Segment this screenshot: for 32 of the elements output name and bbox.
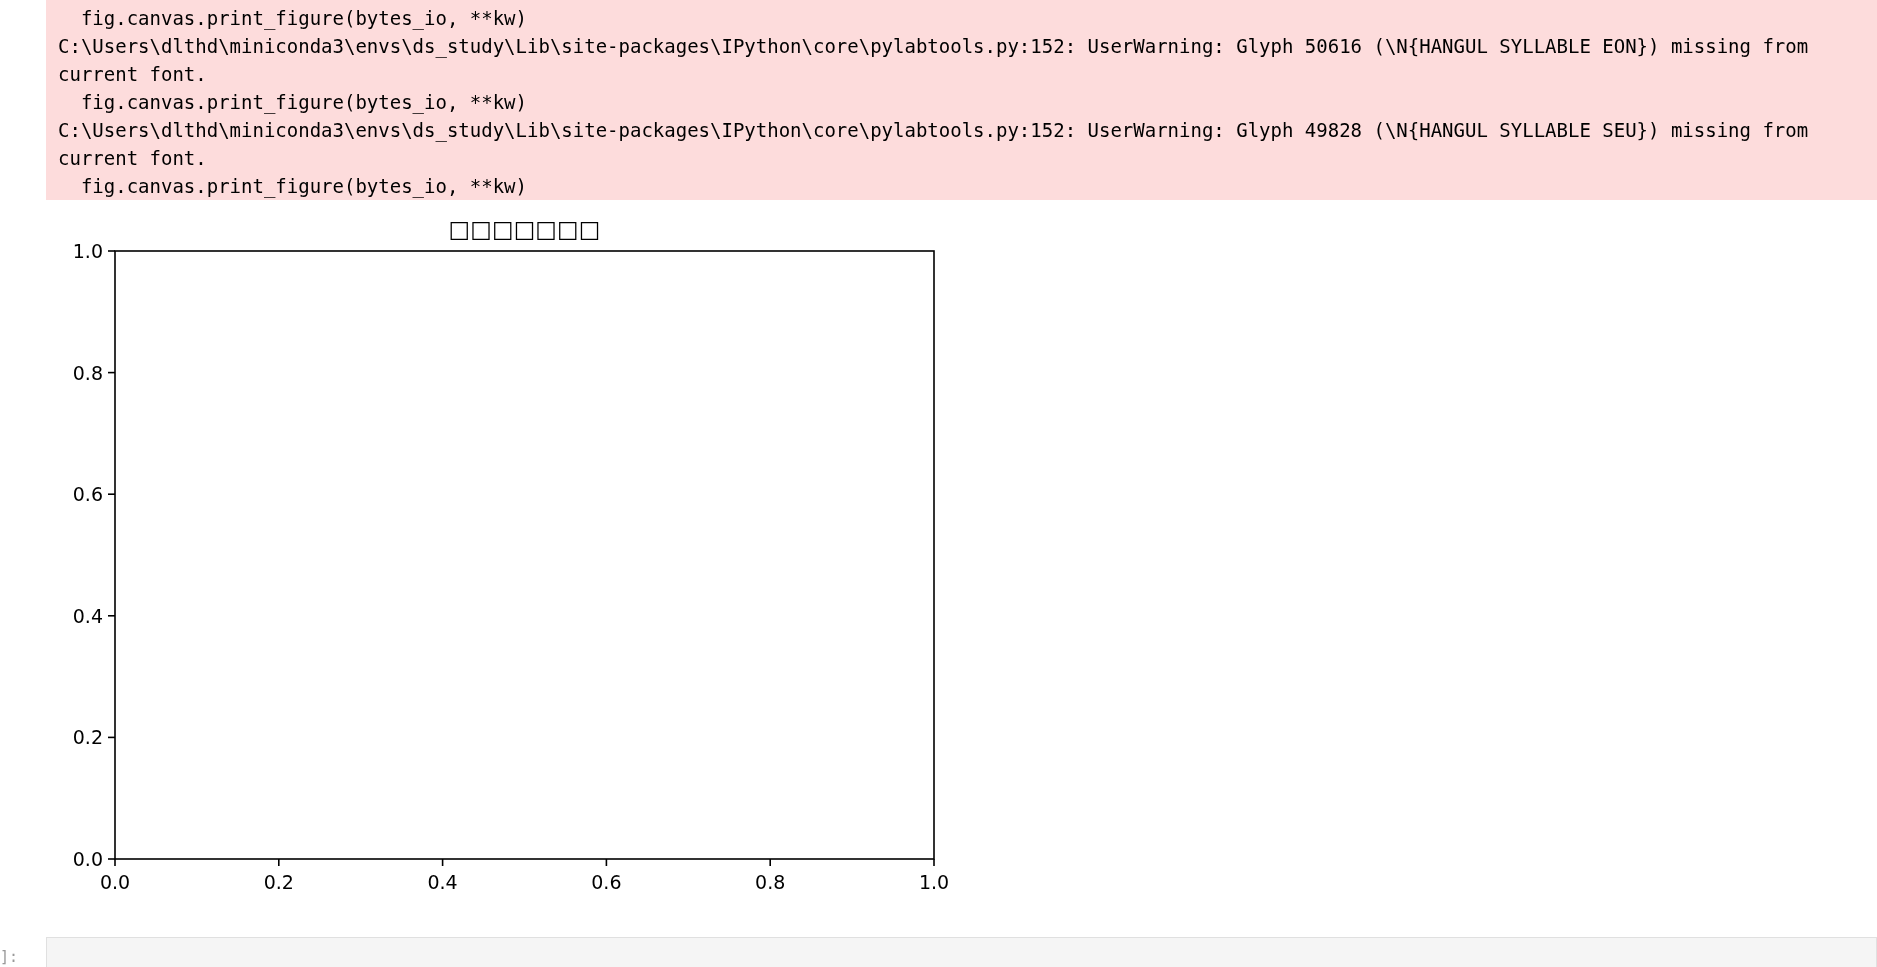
tick-mark bbox=[769, 858, 771, 867]
tick-mark bbox=[107, 736, 116, 739]
chart-title: □□□□□□□ bbox=[448, 216, 601, 242]
y-tick-label: 0.8 bbox=[72, 361, 103, 384]
tick-mark bbox=[107, 615, 116, 617]
x-tick-label: 0.4 bbox=[427, 871, 458, 893]
tick-mark bbox=[107, 250, 116, 252]
y-tick-label: 0.4 bbox=[72, 604, 103, 627]
tick-mark bbox=[441, 858, 444, 867]
warning-line: C:\Users\dlthd\miniconda3\envs\ds_study\Lib\site-packages\IPython\core\pylabtools.py:152: UserWarning: Glyph 50616 (\N{HANGUL SYLLABLE EON}) missing from bbox=[58, 34, 1809, 60]
tick-mark bbox=[107, 371, 116, 374]
x-tick-label: 0.6 bbox=[591, 871, 622, 893]
tick-mark bbox=[605, 858, 608, 867]
code-input-cell[interactable] bbox=[46, 937, 1877, 967]
warning-line: current font. bbox=[58, 62, 207, 87]
warning-line: C:\Users\dlthd\miniconda3\envs\ds_study\Lib\site-packages\IPython\core\pylabtools.py:152: UserWarning: Glyph 49828 (\N{HANGUL SYLLABLE SEU}) missing from bbox=[58, 118, 1809, 144]
y-tick-label: 0.6 bbox=[72, 483, 103, 506]
y-tick-label: 1.0 bbox=[72, 240, 103, 262]
cell-prompt: ]: bbox=[0, 947, 20, 967]
warning-line: fig.canvas.print_figure(bytes_io, **kw) bbox=[79, 174, 527, 200]
tick-mark bbox=[107, 493, 116, 495]
tick-mark bbox=[278, 858, 280, 867]
tick-mark bbox=[933, 858, 935, 867]
warning-line: current font. bbox=[58, 146, 207, 171]
y-tick-label: 0.2 bbox=[72, 726, 103, 749]
x-tick-label: 0.2 bbox=[263, 871, 294, 893]
warning-line: fig.canvas.print_figure(bytes_io, **kw) bbox=[79, 6, 527, 32]
y-tick-label: 0.0 bbox=[72, 848, 103, 870]
x-tick-label: 0.0 bbox=[99, 871, 131, 893]
x-tick-label: 0.8 bbox=[755, 871, 786, 893]
warning-line: fig.canvas.print_figure(bytes_io, **kw) bbox=[79, 90, 527, 116]
x-tick-label: 1.0 bbox=[918, 871, 950, 893]
